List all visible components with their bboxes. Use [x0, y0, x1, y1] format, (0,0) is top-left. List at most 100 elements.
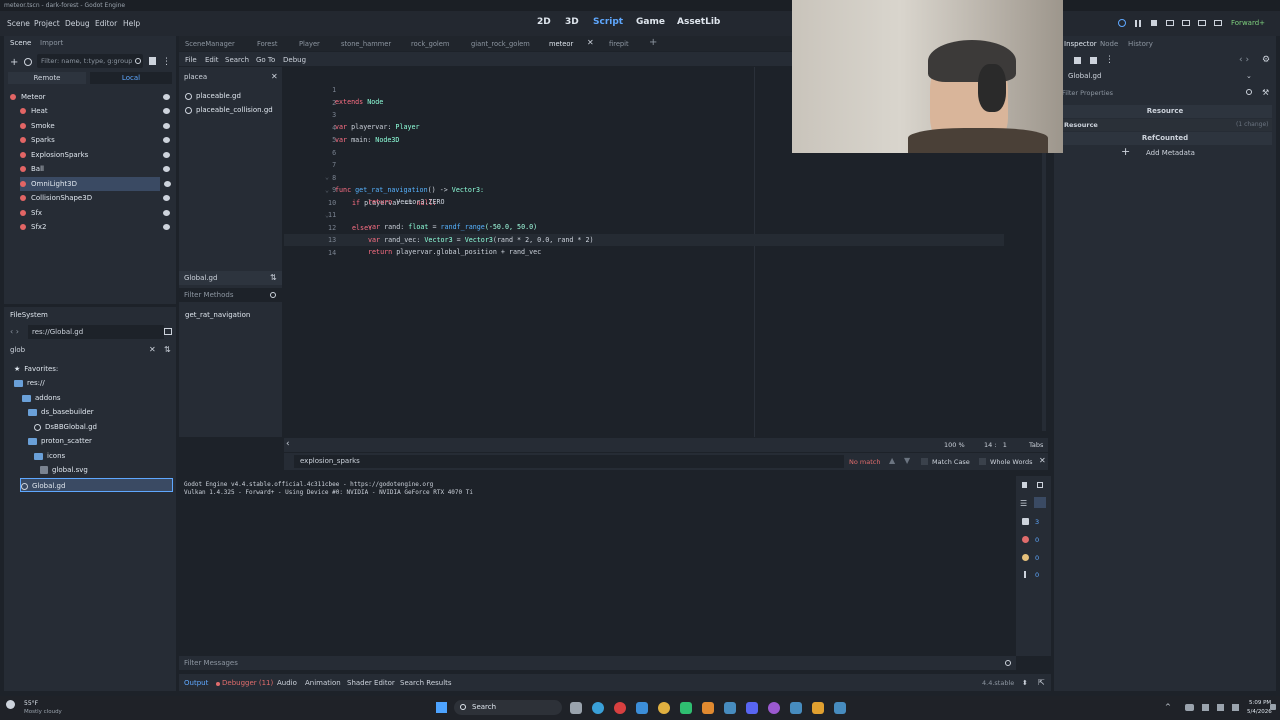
tree-node-ball[interactable]: Ball: [20, 162, 174, 176]
blender-icon[interactable]: [702, 702, 714, 714]
workspace-3d[interactable]: 3D: [565, 17, 579, 27]
tab-debugger[interactable]: Debugger (11): [222, 679, 273, 687]
section-resource[interactable]: Resource: [1058, 105, 1272, 118]
tab-output[interactable]: Output: [184, 679, 208, 687]
fs-icons[interactable]: icons: [34, 449, 164, 463]
cloud-icon[interactable]: [1185, 704, 1194, 711]
movie-icon[interactable]: [1166, 20, 1174, 26]
windows-start-icon[interactable]: [436, 702, 447, 713]
tab-audio[interactable]: Audio: [277, 679, 297, 687]
menu-scene[interactable]: Scene: [7, 19, 30, 28]
find-input[interactable]: explosion_sparks: [294, 455, 844, 468]
tree-node-sfx2[interactable]: Sfx2: [20, 220, 174, 234]
edge-icon[interactable]: [592, 702, 604, 714]
obs-icon[interactable]: [768, 702, 780, 714]
message-icon[interactable]: [1022, 518, 1029, 525]
object-menu-icon[interactable]: ⚙: [1262, 55, 1270, 65]
add-metadata-button[interactable]: Add Metadata: [1146, 149, 1195, 157]
vscode-icon[interactable]: [636, 702, 648, 714]
pause-icon[interactable]: [1135, 20, 1141, 27]
script-menu-search[interactable]: Search: [225, 56, 249, 64]
filesystem-search-input[interactable]: glob: [8, 343, 158, 357]
workspace-assetlib[interactable]: AssetLib: [677, 17, 720, 27]
opera-icon[interactable]: [614, 702, 626, 714]
taskbar-search[interactable]: Search: [454, 700, 562, 715]
visibility-icon[interactable]: [163, 94, 170, 100]
filter-messages-input[interactable]: Filter Messages: [179, 656, 1016, 670]
script-menu-edit[interactable]: Edit: [205, 56, 219, 64]
visibility-icon[interactable]: [163, 137, 170, 143]
tab-filesystem[interactable]: FileSystem: [10, 311, 48, 319]
tab-node[interactable]: Node: [1100, 40, 1118, 48]
local-button[interactable]: Local: [90, 72, 172, 84]
godot-icon[interactable]: [834, 702, 846, 714]
reload-icon[interactable]: [1118, 19, 1126, 27]
visibility-icon[interactable]: [163, 123, 170, 129]
inspected-resource[interactable]: Global.gd: [1056, 70, 1256, 82]
toggle-scripts-icon[interactable]: ‹: [286, 439, 290, 449]
visibility-icon[interactable]: [163, 210, 170, 216]
notification-icon[interactable]: [1270, 704, 1276, 710]
network-icon[interactable]: [1202, 704, 1209, 711]
save-icon[interactable]: [1090, 57, 1097, 64]
script-tab-rock-golem[interactable]: rock_golem: [411, 40, 449, 48]
godot-icon[interactable]: [724, 702, 736, 714]
script-attach-icon[interactable]: [149, 57, 156, 65]
method-item[interactable]: get_rat_navigation: [185, 308, 280, 322]
path-field[interactable]: res://Global.gd: [28, 325, 164, 339]
script-menu-goto[interactable]: Go To: [256, 56, 275, 64]
whole-words-checkbox[interactable]: [979, 458, 986, 465]
weather-icon[interactable]: [6, 700, 15, 709]
chrome-icon[interactable]: [658, 702, 670, 714]
menu-project[interactable]: Project: [34, 19, 60, 28]
pin-icon[interactable]: ⬍: [1022, 679, 1028, 687]
fs-addons[interactable]: addons: [22, 391, 172, 405]
script-tab-stone-hammer[interactable]: stone_hammer: [341, 40, 391, 48]
visibility-icon[interactable]: [163, 195, 170, 201]
tab-import[interactable]: Import: [40, 39, 63, 47]
visibility-icon[interactable]: [163, 224, 170, 230]
tree-node-collisionshape3d[interactable]: CollisionShape3D: [20, 191, 174, 205]
tree-node-sparks[interactable]: Sparks: [20, 133, 174, 147]
script-tab-scenemanager[interactable]: SceneManager: [185, 40, 235, 48]
script-tab-giant-rock-golem[interactable]: giant_rock_golem: [471, 40, 530, 48]
tray-chevron-icon[interactable]: ^: [1165, 703, 1171, 711]
filter-methods-input[interactable]: Filter Methods: [179, 288, 282, 302]
copy-icon[interactable]: [1037, 482, 1043, 488]
visibility-icon[interactable]: [163, 108, 170, 114]
tab-history[interactable]: History: [1128, 40, 1153, 48]
script-filter-input[interactable]: placea: [181, 71, 271, 83]
visibility-icon[interactable]: [164, 181, 171, 187]
expand-panel-icon[interactable]: ⇱: [1038, 678, 1045, 687]
godot-icon[interactable]: [790, 702, 802, 714]
sort-methods-icon[interactable]: ⇅: [270, 273, 277, 282]
menu-editor[interactable]: Editor: [95, 19, 117, 28]
tree-node-heat[interactable]: Heat: [20, 104, 174, 118]
indent-mode[interactable]: Tabs: [1029, 441, 1043, 449]
clear-search-icon[interactable]: ✕: [149, 345, 156, 354]
find-next-icon[interactable]: ▼: [904, 456, 910, 465]
link-icon[interactable]: [24, 58, 32, 66]
tab-shader-editor[interactable]: Shader Editor: [347, 679, 395, 687]
run-custom-icon[interactable]: [1198, 20, 1206, 26]
section-refcounted[interactable]: RefCounted: [1058, 132, 1272, 145]
fs-proton-scatter[interactable]: proton_scatter: [28, 434, 168, 448]
stop-icon[interactable]: [1151, 20, 1157, 26]
property-tools-icon[interactable]: ⚒: [1262, 88, 1269, 97]
tab-search-results[interactable]: Search Results: [400, 679, 452, 687]
tab-inspector[interactable]: Inspector: [1064, 40, 1097, 48]
app-icon[interactable]: [812, 702, 824, 714]
app-icon[interactable]: [680, 702, 692, 714]
script-list-item[interactable]: placeable_collision.gd: [185, 103, 280, 117]
scene-filter-input[interactable]: Filter: name, t:type, g:group: [37, 54, 143, 68]
match-case-checkbox[interactable]: [921, 458, 928, 465]
script-tab-player[interactable]: Player: [299, 40, 320, 48]
script-menu-debug[interactable]: Debug: [283, 56, 306, 64]
menu-debug[interactable]: Debug: [65, 19, 90, 28]
remote-debug-icon[interactable]: [1214, 20, 1222, 26]
workspace-2d[interactable]: 2D: [537, 17, 551, 27]
workspace-game[interactable]: Game: [636, 17, 665, 27]
script-menu-file[interactable]: File: [185, 56, 197, 64]
tab-scene[interactable]: Scene: [10, 39, 31, 47]
tree-node-sfx[interactable]: Sfx: [20, 206, 174, 220]
